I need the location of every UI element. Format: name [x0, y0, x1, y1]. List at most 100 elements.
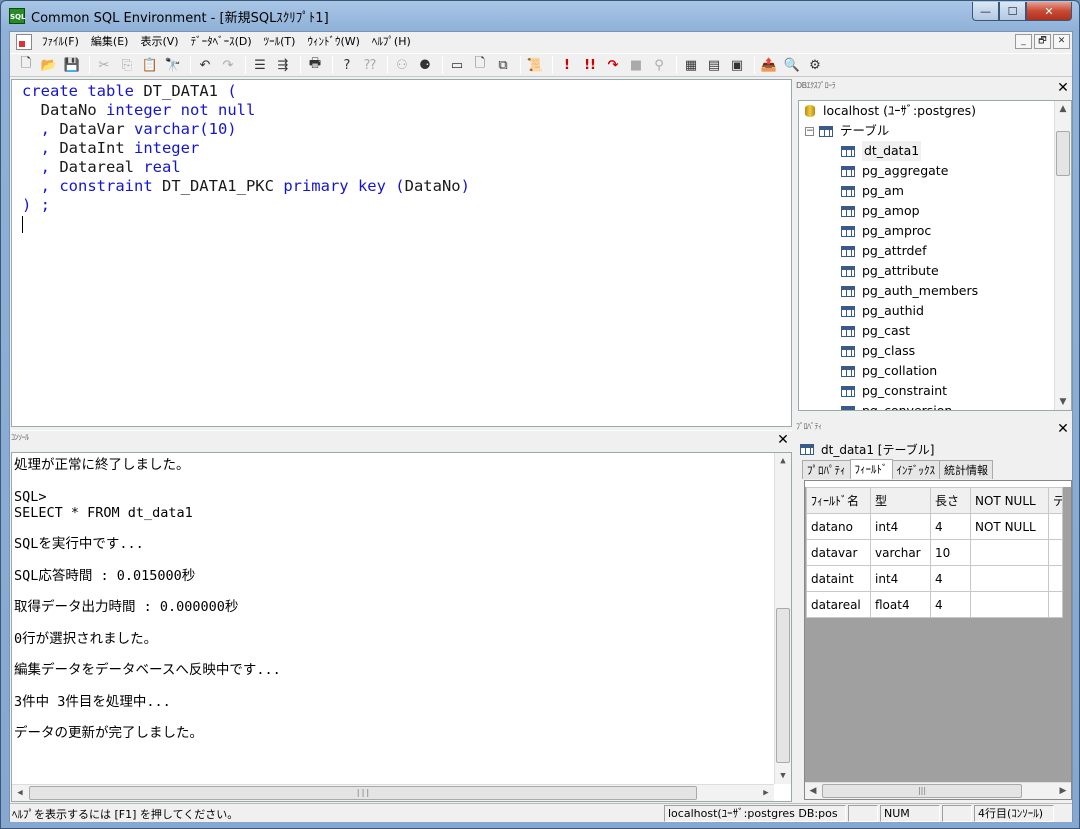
- grid-cell[interactable]: [1048, 513, 1063, 540]
- tree-table-item[interactable]: pg_authid: [841, 301, 924, 321]
- tree-table-item[interactable]: pg_auth_members: [841, 281, 978, 301]
- tree-vertical-scrollbar[interactable]: ▲ ▼: [1054, 101, 1071, 410]
- grid-cell[interactable]: [970, 565, 1049, 592]
- tree-table-item[interactable]: pg_attribute: [841, 261, 939, 281]
- grid-cell[interactable]: [1048, 591, 1063, 618]
- grid-column-header[interactable]: 型: [870, 487, 931, 514]
- tree-table-item[interactable]: pg_class: [841, 341, 915, 361]
- scroll-thumb[interactable]: [1056, 131, 1070, 176]
- table-row[interactable]: datareal float4 4: [806, 591, 1063, 618]
- tree-table-item[interactable]: pg_aggregate: [841, 161, 948, 181]
- grid-cell[interactable]: int4: [870, 513, 931, 540]
- console-close-icon[interactable]: ✕: [776, 433, 790, 448]
- title-bar[interactable]: SQL Common SQL Environment - [新規SQLｽｸﾘﾌﾟ…: [1, 1, 1079, 31]
- grid-cell[interactable]: varchar: [870, 539, 931, 566]
- tree-table-item[interactable]: dt_data1: [841, 141, 922, 161]
- stop-icon[interactable]: ■: [626, 55, 646, 75]
- table-row[interactable]: dataint int4 4: [806, 565, 1063, 592]
- menu-item-4[interactable]: ﾂｰﾙ(T): [258, 32, 302, 52]
- connect-icon[interactable]: ⚇: [392, 55, 412, 75]
- paste-icon[interactable]: 📋: [140, 55, 160, 75]
- cut-icon[interactable]: ✂: [94, 55, 114, 75]
- menu-item-1[interactable]: 編集(E): [85, 32, 135, 52]
- fields-grid[interactable]: ﾌｨｰﾙﾄﾞ名型長さNOT NULLデ datanoint44NOT NULLd…: [804, 480, 1072, 800]
- scroll-thumb[interactable]: |||: [822, 784, 1022, 798]
- tab-3[interactable]: 統計情報: [939, 460, 993, 479]
- scroll-right-icon[interactable]: ▶: [758, 785, 774, 801]
- execute-icon[interactable]: !: [557, 55, 577, 75]
- copy-icon[interactable]: ⎘: [117, 55, 137, 75]
- outdent-icon[interactable]: ⇶: [273, 55, 293, 75]
- search-icon[interactable]: 🔍: [782, 55, 802, 75]
- grid-cell[interactable]: dataint: [806, 565, 871, 592]
- new-file-icon[interactable]: 🗋: [16, 55, 36, 75]
- scroll-right-icon[interactable]: ▶: [1055, 783, 1071, 799]
- scroll-down-icon[interactable]: ▼: [775, 768, 791, 784]
- grid-cell[interactable]: float4: [870, 591, 931, 618]
- export-icon[interactable]: 📤: [759, 55, 779, 75]
- open-folder-icon[interactable]: 📂: [39, 55, 59, 75]
- grid-cell[interactable]: 4: [930, 591, 971, 618]
- scroll-up-icon[interactable]: ▲: [1055, 101, 1071, 117]
- menu-item-2[interactable]: 表示(V): [134, 32, 184, 52]
- grid-horizontal-scrollbar[interactable]: ◀ ||| ▶: [805, 782, 1071, 799]
- script-icon[interactable]: 📜: [525, 55, 545, 75]
- mdi-restore-button[interactable]: 🗗: [1034, 34, 1051, 49]
- grid-column-header[interactable]: ﾌｨｰﾙﾄﾞ名: [806, 487, 871, 514]
- collapse-icon[interactable]: −: [805, 126, 814, 136]
- tree-table-item[interactable]: pg_amproc: [841, 221, 931, 241]
- table-view-icon[interactable]: ▣: [727, 55, 747, 75]
- step-icon[interactable]: ↷: [603, 55, 623, 75]
- tree-table-item[interactable]: pg_attrdef: [841, 241, 927, 261]
- console-horizontal-scrollbar[interactable]: ◀ ||| ▶: [12, 784, 774, 801]
- table-edit-icon[interactable]: ▤: [704, 55, 724, 75]
- tab-0[interactable]: ﾌﾟﾛﾊﾟﾃｨ: [802, 460, 851, 479]
- db-explorer-close-icon[interactable]: ✕: [1056, 81, 1070, 96]
- tree-table-item[interactable]: pg_am: [841, 181, 904, 201]
- scroll-down-icon[interactable]: ▼: [1055, 394, 1071, 410]
- tab-2[interactable]: ｲﾝﾃﾞｯｸｽ: [891, 460, 940, 479]
- mdi-close-button[interactable]: ✕: [1053, 34, 1070, 49]
- tree-table-item[interactable]: pg_conversion: [841, 401, 952, 410]
- cascade-icon[interactable]: ⧉: [493, 55, 513, 75]
- grid-cell[interactable]: datavar: [806, 539, 871, 566]
- execute-all-icon[interactable]: !!: [580, 55, 600, 75]
- console-output[interactable]: 処理が正常に終了しました。 SQL> SELECT * FROM dt_data1 S…: [11, 452, 792, 802]
- scroll-thumb[interactable]: [776, 608, 790, 763]
- tab-1[interactable]: ﾌｨｰﾙﾄﾞ: [849, 459, 893, 479]
- window-icon[interactable]: ▭: [447, 55, 467, 75]
- grid-cell[interactable]: 10: [930, 539, 971, 566]
- help-icon[interactable]: ?: [337, 55, 357, 75]
- scroll-up-icon[interactable]: ▲: [775, 453, 791, 469]
- grid-cell[interactable]: datano: [806, 513, 871, 540]
- tree-table-item[interactable]: pg_cast: [841, 321, 910, 341]
- properties-icon[interactable]: ⚙: [805, 55, 825, 75]
- grid-cell[interactable]: datareal: [806, 591, 871, 618]
- scroll-left-icon[interactable]: ◀: [12, 785, 28, 801]
- grid-cell[interactable]: [1048, 565, 1063, 592]
- explain-icon[interactable]: ⚲: [649, 55, 669, 75]
- tree-table-item[interactable]: pg_constraint: [841, 381, 947, 401]
- disconnect-icon[interactable]: ⚈: [415, 55, 435, 75]
- grid-cell[interactable]: int4: [870, 565, 931, 592]
- grid-cell[interactable]: [970, 539, 1049, 566]
- grid-column-header[interactable]: 長さ: [930, 487, 971, 514]
- redo-icon[interactable]: ↷: [218, 55, 238, 75]
- undo-icon[interactable]: ↶: [195, 55, 215, 75]
- tree-table-item[interactable]: pg_collation: [841, 361, 937, 381]
- menu-item-0[interactable]: ﾌｧｲﾙ(F): [36, 32, 85, 52]
- grid-cell[interactable]: 4: [930, 513, 971, 540]
- print-icon[interactable]: 🖶: [305, 55, 325, 75]
- indent-icon[interactable]: ☰: [250, 55, 270, 75]
- save-icon[interactable]: 💾: [62, 55, 82, 75]
- menu-item-6[interactable]: ﾍﾙﾌﾟ(H): [366, 32, 417, 52]
- grid-cell[interactable]: [970, 591, 1049, 618]
- tree-folder-tables[interactable]: − テーブル: [805, 121, 889, 141]
- close-button[interactable]: ✕: [1026, 2, 1072, 21]
- menu-item-3[interactable]: ﾃﾞｰﾀﾍﾞｰｽ(D): [185, 32, 258, 52]
- properties-close-icon[interactable]: ✕: [1056, 422, 1070, 437]
- mdi-minimize-button[interactable]: _: [1015, 34, 1032, 49]
- table-row[interactable]: datano int4 4 NOT NULL: [806, 513, 1063, 540]
- tree-connection[interactable]: localhost (ﾕｰｻﾞ:postgres): [803, 101, 976, 121]
- console-vertical-scrollbar[interactable]: ▲ ▼: [774, 453, 791, 784]
